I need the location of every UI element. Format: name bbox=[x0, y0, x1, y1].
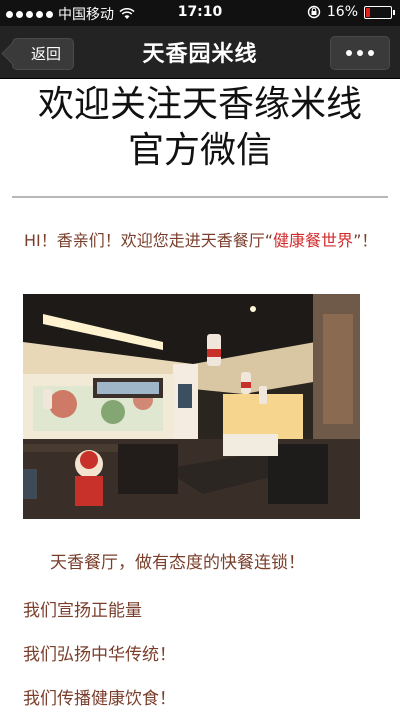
battery-icon bbox=[364, 5, 395, 19]
rotation-lock-icon bbox=[307, 5, 321, 19]
article-headline: 欢迎关注天香缘米线 官方微信 bbox=[0, 82, 400, 174]
paragraph-1: 天香餐厅，做有态度的快餐连锁！ bbox=[50, 553, 305, 573]
paragraph-2: 我们宣扬正能量 bbox=[23, 601, 142, 621]
headline-line-2: 官方微信 bbox=[127, 130, 272, 171]
more-dot-icon bbox=[346, 50, 352, 56]
greeting-text: HI！香亲们！欢迎您走进天香餐厅“健康餐世界”！ bbox=[24, 228, 380, 254]
status-right: 16% bbox=[307, 4, 395, 20]
greeting-highlight: 健康餐世界 bbox=[273, 231, 354, 250]
status-bar: 中国移动 17:10 16% bbox=[0, 0, 400, 26]
paragraph-4: 我们传播健康饮食！ bbox=[23, 689, 176, 709]
battery-percent: 16% bbox=[326, 4, 358, 20]
divider bbox=[12, 196, 388, 198]
greeting-prefix: HI！香亲们！欢迎您走进天香餐厅“ bbox=[24, 231, 274, 250]
greeting-suffix: ”！ bbox=[353, 231, 378, 250]
nav-bar: 返回 天香园米线 bbox=[0, 26, 400, 79]
headline-line-1: 欢迎关注天香缘米线 bbox=[37, 84, 362, 125]
restaurant-interior-photo bbox=[23, 294, 360, 519]
more-dot-icon bbox=[357, 50, 363, 56]
paragraph-3: 我们弘扬中华传统！ bbox=[23, 645, 176, 665]
more-dot-icon bbox=[368, 50, 374, 56]
more-options-button[interactable] bbox=[330, 36, 390, 70]
